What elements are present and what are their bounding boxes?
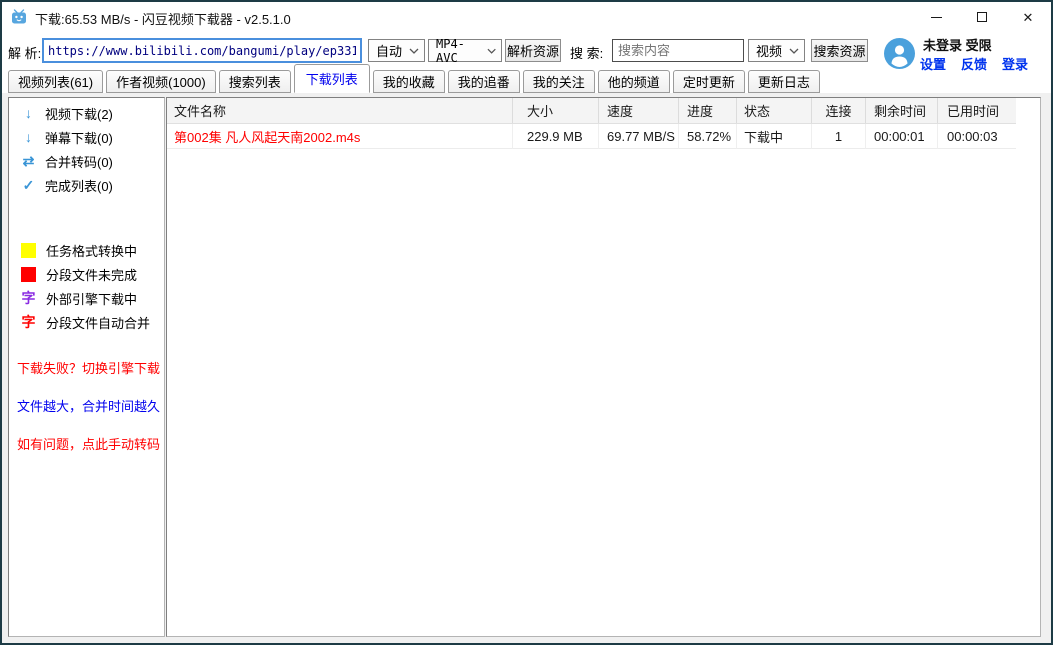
- format-select[interactable]: MP4-AVC: [428, 39, 502, 62]
- column-header-elapsed[interactable]: 已用时间: [938, 98, 1016, 123]
- sidebar-item-label: 弹幕下载(0): [45, 128, 113, 147]
- tab-my-favorites[interactable]: 我的收藏: [373, 70, 445, 93]
- cell-progress: 58.72%: [679, 124, 737, 149]
- content-area: ↓ 视频下载(2) ↓ 弹幕下载(0) ⇄ 合并转码(0) ✓ 完成列表(0): [2, 93, 1051, 643]
- chevron-down-icon: [487, 48, 496, 54]
- cell-size: 229.9 MB: [513, 124, 599, 149]
- feedback-link[interactable]: 反馈: [961, 54, 987, 73]
- search-input[interactable]: [612, 39, 744, 62]
- column-header-remaining[interactable]: 剩余时间: [866, 98, 938, 123]
- download-arrow-icon: ↓: [21, 105, 36, 121]
- column-header-status[interactable]: 状态: [737, 98, 812, 123]
- sidebar-item-label: 完成列表(0): [45, 176, 113, 195]
- close-button[interactable]: ✕: [1005, 2, 1051, 32]
- column-header-filename[interactable]: 文件名称: [167, 98, 513, 123]
- sidebar-panel: ↓ 视频下载(2) ↓ 弹幕下载(0) ⇄ 合并转码(0) ✓ 完成列表(0): [8, 97, 165, 637]
- cell-status: 下载中: [737, 124, 812, 149]
- minimize-button[interactable]: [913, 2, 959, 32]
- maximize-icon: [977, 12, 987, 22]
- tab-my-bangumi[interactable]: 我的追番: [448, 70, 520, 93]
- tab-strip: 视频列表(61) 作者视频(1000) 搜索列表 下载列表 我的收藏 我的追番 …: [8, 62, 820, 93]
- quality-select[interactable]: 自动: [368, 39, 425, 62]
- login-link[interactable]: 登录: [1002, 54, 1028, 73]
- table-header: 文件名称 大小 速度 进度 状态 连接 剩余时间 已用时间: [167, 98, 1016, 124]
- column-header-speed[interactable]: 速度: [599, 98, 679, 123]
- app-icon: [11, 9, 27, 25]
- search-label: 搜 索:: [570, 43, 603, 62]
- red-text-icon: 字: [21, 312, 36, 332]
- tab-video-list[interactable]: 视频列表(61): [8, 70, 103, 93]
- legend-label: 分段文件自动合并: [46, 313, 150, 332]
- sidebar-hints: 下载失败？切换引擎下载 文件越大，合并时间越久 如有问题，点此手动转码: [17, 360, 162, 474]
- swap-arrows-icon: ⇄: [21, 153, 36, 170]
- sidebar-item-danmaku-download[interactable]: ↓ 弹幕下载(0): [9, 125, 164, 149]
- legend-label: 分段文件未完成: [46, 265, 137, 284]
- cell-remaining: 00:00:01: [866, 124, 938, 149]
- sidebar-item-label: 视频下载(2): [45, 104, 113, 123]
- purple-text-icon: 字: [21, 288, 36, 308]
- maximize-button[interactable]: [959, 2, 1005, 32]
- user-links: 设置 反馈 登录: [920, 54, 1028, 73]
- quality-select-value: 自动: [376, 41, 402, 60]
- sidebar-item-merge-transcode[interactable]: ⇄ 合并转码(0): [9, 149, 164, 173]
- parse-resource-button[interactable]: 解析资源: [505, 39, 561, 62]
- tab-search-list[interactable]: 搜索列表: [219, 70, 291, 93]
- download-arrow-icon: ↓: [21, 129, 36, 145]
- red-swatch-icon: [21, 267, 36, 282]
- status-legend: 任务格式转换中 分段文件未完成 字 外部引擎下载中 字 分段文件自动合并: [9, 238, 164, 334]
- search-resource-button[interactable]: 搜索资源: [811, 39, 868, 62]
- column-header-size[interactable]: 大小: [513, 98, 599, 123]
- titlebar: 下载:65.53 MB/s - 闪豆视频下载器 - v2.5.1.0 ✕: [2, 2, 1051, 32]
- search-type-value: 视频: [756, 41, 782, 60]
- tab-his-channel[interactable]: 他的频道: [598, 70, 670, 93]
- sidebar-item-label: 合并转码(0): [45, 152, 113, 171]
- cell-speed: 69.77 MB/S: [599, 124, 679, 149]
- window-title: 下载:65.53 MB/s - 闪豆视频下载器 - v2.5.1.0: [35, 9, 291, 28]
- cell-elapsed: 00:00:03: [938, 124, 1016, 149]
- tab-scheduled-update[interactable]: 定时更新: [673, 70, 745, 93]
- download-table-panel: 文件名称 大小 速度 进度 状态 连接 剩余时间 已用时间 第002集 凡人风起…: [166, 97, 1041, 637]
- cell-connections: 1: [812, 124, 866, 149]
- download-nav-list: ↓ 视频下载(2) ↓ 弹幕下载(0) ⇄ 合并转码(0) ✓ 完成列表(0): [9, 101, 164, 197]
- settings-link[interactable]: 设置: [920, 54, 946, 73]
- format-select-value: MP4-AVC: [436, 37, 483, 65]
- chevron-down-icon: [409, 48, 419, 54]
- tab-author-videos[interactable]: 作者视频(1000): [106, 70, 216, 93]
- hint-switch-engine[interactable]: 下载失败？切换引擎下载: [17, 360, 162, 378]
- minimize-icon: [931, 17, 942, 18]
- search-type-select[interactable]: 视频: [748, 39, 805, 62]
- sidebar-item-completed-list[interactable]: ✓ 完成列表(0): [9, 173, 164, 197]
- window-controls: ✕: [913, 2, 1051, 32]
- legend-label: 任务格式转换中: [46, 241, 137, 260]
- app-window: 下载:65.53 MB/s - 闪豆视频下载器 - v2.5.1.0 ✕ 解 析…: [0, 0, 1053, 645]
- tab-changelog[interactable]: 更新日志: [748, 70, 820, 93]
- yellow-swatch-icon: [21, 243, 36, 258]
- legend-item-converting: 任务格式转换中: [9, 238, 164, 262]
- avatar[interactable]: [884, 38, 915, 69]
- close-icon: ✕: [1023, 11, 1034, 24]
- sidebar-item-video-download[interactable]: ↓ 视频下载(2): [9, 101, 164, 125]
- legend-item-auto-merge: 字 分段文件自动合并: [9, 310, 164, 334]
- tab-my-following[interactable]: 我的关注: [523, 70, 595, 93]
- hint-manual-transcode[interactable]: 如有问题，点此手动转码: [17, 436, 162, 454]
- tab-download-list[interactable]: 下载列表: [294, 64, 370, 93]
- legend-label: 外部引擎下载中: [46, 289, 137, 308]
- cell-filename: 第002集 凡人风起天南2002.m4s: [167, 124, 513, 149]
- column-header-connections[interactable]: 连接: [812, 98, 866, 123]
- url-input[interactable]: [42, 38, 362, 63]
- legend-item-external-engine: 字 外部引擎下载中: [9, 286, 164, 310]
- hint-merge-time: 文件越大，合并时间越久: [17, 398, 162, 416]
- column-header-progress[interactable]: 进度: [679, 98, 737, 123]
- parse-label: 解 析:: [8, 43, 41, 62]
- chevron-down-icon: [789, 48, 799, 54]
- login-status: 未登录 受限: [923, 35, 992, 54]
- table-row[interactable]: 第002集 凡人风起天南2002.m4s 229.9 MB 69.77 MB/S…: [167, 124, 1016, 149]
- legend-item-segment-incomplete: 分段文件未完成: [9, 262, 164, 286]
- check-icon: ✓: [21, 177, 36, 194]
